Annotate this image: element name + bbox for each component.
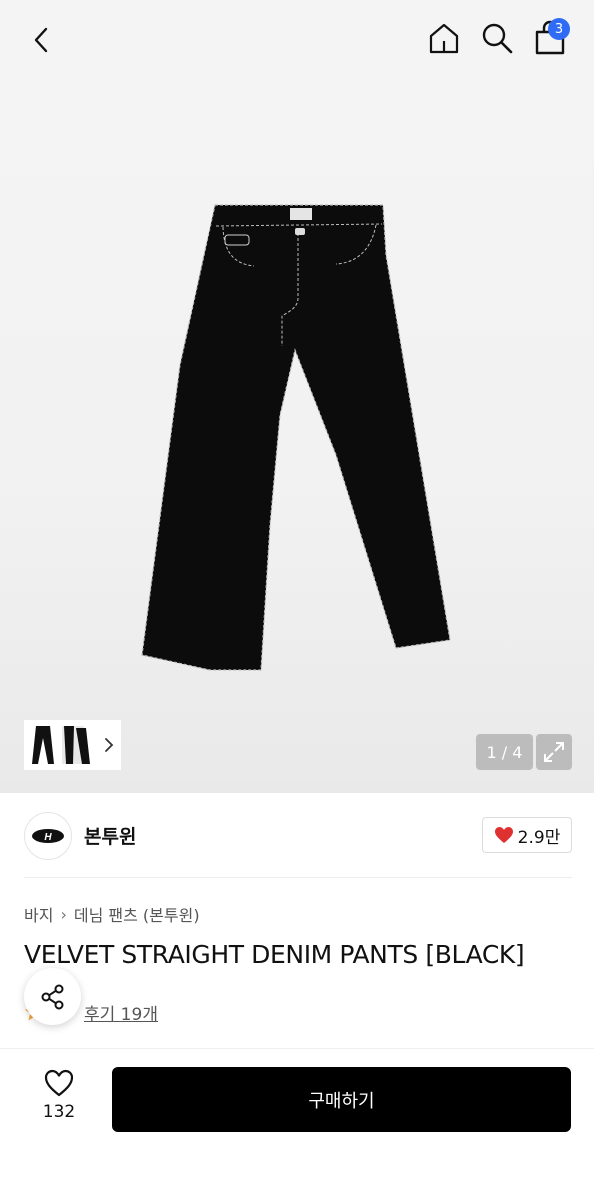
brand-logo-image: H: [32, 829, 64, 843]
search-icon: [482, 23, 513, 54]
expand-button[interactable]: [536, 734, 572, 770]
back-icon: [34, 27, 48, 53]
heart-outline-icon: [44, 1069, 74, 1097]
top-navigation: 3: [0, 0, 594, 78]
breadcrumb-item-subcategory[interactable]: 데님 팬츠 (본투윈): [74, 902, 200, 926]
share-icon: [41, 984, 63, 1009]
heart-filled-icon: [494, 827, 513, 843]
chevron-right-icon: ›: [60, 904, 67, 924]
cart-count-badge: 3: [548, 18, 570, 40]
home-button[interactable]: [424, 18, 464, 58]
breadcrumb: 바지 › 데님 팬츠 (본투윈): [24, 902, 200, 926]
chevron-right-icon[interactable]: [103, 735, 115, 755]
brand-name[interactable]: 본투윈: [84, 822, 136, 849]
search-button[interactable]: [477, 18, 517, 58]
divider: [24, 877, 572, 878]
bottom-bar-divider: [0, 1048, 594, 1049]
brand-like-count: 2.9만: [517, 827, 561, 848]
back-button[interactable]: [22, 20, 62, 60]
product-image[interactable]: [130, 200, 470, 672]
wishlist-button[interactable]: 132: [30, 1068, 88, 1130]
review-count-link[interactable]: 후기 19개: [84, 1000, 158, 1025]
image-page-indicator: 1 / 4: [476, 734, 533, 770]
brand-logo[interactable]: H: [24, 812, 72, 860]
wishlist-count: 132: [42, 1102, 76, 1122]
brand-row: H 본투윈 2.9만: [0, 793, 594, 878]
product-gallery[interactable]: 3 1 / 4: [0, 0, 594, 793]
home-icon: [429, 23, 459, 54]
thumbnail-image[interactable]: [30, 724, 94, 766]
thumbnail-strip[interactable]: [24, 720, 121, 770]
expand-icon: [544, 742, 564, 762]
brand-like-button[interactable]: 2.9만: [482, 817, 572, 853]
share-button[interactable]: [24, 968, 81, 1025]
product-title: VELVET STRAIGHT DENIM PANTS [BLACK]: [24, 940, 525, 969]
breadcrumb-item-category[interactable]: 바지: [24, 902, 53, 926]
svg-text:H: H: [44, 832, 52, 843]
buy-button[interactable]: 구매하기: [112, 1067, 571, 1132]
